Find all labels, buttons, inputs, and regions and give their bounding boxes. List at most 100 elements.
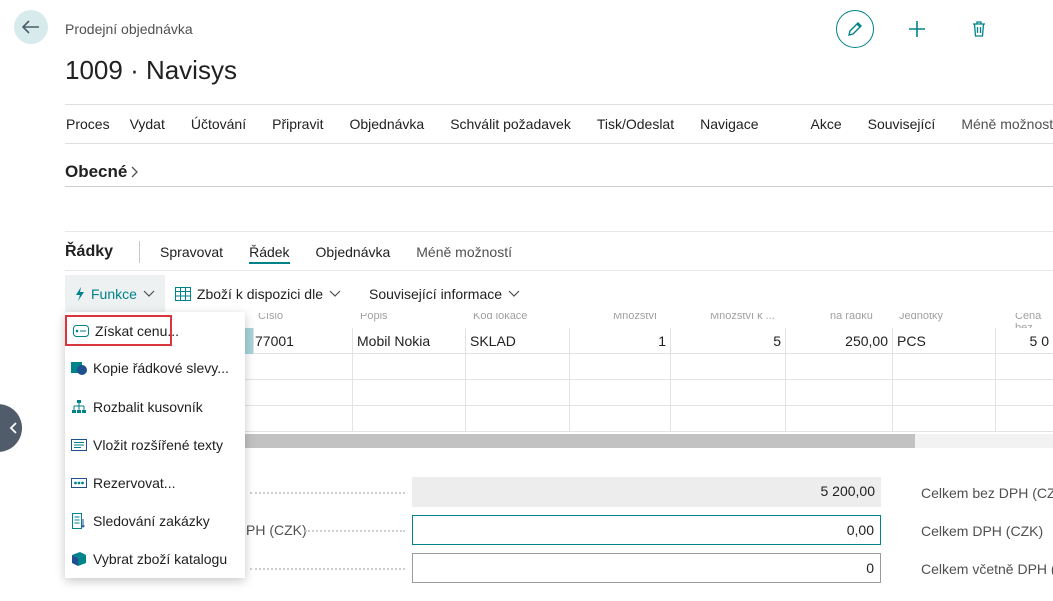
cell-qty[interactable]: 1 xyxy=(570,328,671,354)
menu-navigace[interactable]: Navigace xyxy=(700,116,758,132)
empty-cell[interactable] xyxy=(893,380,996,406)
total-input[interactable]: 0 xyxy=(412,553,881,583)
menu-item-reserve[interactable]: Rezervovat... xyxy=(65,464,245,502)
edit-button[interactable] xyxy=(836,10,874,48)
empty-cell[interactable] xyxy=(353,354,466,380)
lines-header: Řádky Spravovat Řádek Objednávka Méně mo… xyxy=(65,238,538,266)
empty-cell[interactable] xyxy=(466,354,570,380)
tab-objednavka[interactable]: Objednávka xyxy=(316,244,391,260)
lines-divider xyxy=(65,231,1053,232)
chevron-right-icon xyxy=(131,166,139,178)
plus-icon xyxy=(909,21,925,37)
menu-item-order-tracking[interactable]: Sledování zakázky xyxy=(65,502,245,540)
delete-button[interactable] xyxy=(964,14,994,44)
discount-icon xyxy=(71,360,87,376)
action-bar: Proces Vydat Účtování Připravit Objednáv… xyxy=(65,104,1053,144)
chevron-down-icon xyxy=(329,290,341,297)
page-title: 1009 · Navisys xyxy=(65,55,237,85)
empty-cell[interactable] xyxy=(786,406,893,432)
empty-cell[interactable] xyxy=(786,354,893,380)
trash-icon xyxy=(973,21,985,37)
availability-menu-button[interactable]: Zboží k dispozici dle xyxy=(165,275,351,313)
cell-unit[interactable]: PCS xyxy=(893,328,996,354)
empty-cell[interactable] xyxy=(671,406,786,432)
new-button[interactable] xyxy=(902,14,932,44)
empty-cell[interactable] xyxy=(893,354,996,380)
back-button[interactable] xyxy=(14,10,48,44)
vat-input[interactable]: 0,00 xyxy=(412,515,881,545)
empty-cell[interactable] xyxy=(466,406,570,432)
menu-item-insert-ext-texts[interactable]: Vložit rozšířené texty xyxy=(65,426,245,464)
menu-item-label: Získat cenu... xyxy=(95,322,180,339)
empty-cell[interactable] xyxy=(466,380,570,406)
functions-dropdown: Získat cenu... Kopie řádkové slevy... Ro… xyxy=(65,312,245,578)
functions-label: Funkce xyxy=(91,286,137,302)
leader-dots xyxy=(305,530,405,532)
menu-item-get-price[interactable]: Získat cenu... xyxy=(65,315,179,346)
empty-cell[interactable] xyxy=(353,406,466,432)
arrow-left-icon xyxy=(22,20,39,34)
menu-souvisejici[interactable]: Související xyxy=(868,116,936,132)
menu-item-label: Vybrat zboží katalogu xyxy=(93,551,228,567)
column-header: Množství k ... xyxy=(710,313,775,322)
column-header: Cena bez xyxy=(1015,313,1042,328)
cell-no[interactable]: 77001 xyxy=(251,328,353,354)
empty-cell[interactable] xyxy=(251,380,353,406)
tab-radek[interactable]: Řádek xyxy=(249,240,290,264)
lines-title: Řádky xyxy=(65,243,114,260)
related-info-label: Související informace xyxy=(368,286,503,302)
total-vat-label: Celkem DPH (CZK) xyxy=(921,523,1044,539)
menu-uctovani[interactable]: Účtování xyxy=(191,116,246,132)
empty-cell[interactable] xyxy=(251,354,353,380)
empty-cell[interactable] xyxy=(786,380,893,406)
reserve-icon xyxy=(71,475,87,491)
empty-cell[interactable] xyxy=(251,406,353,432)
chevron-down-icon xyxy=(143,290,155,297)
lines-sub-divider xyxy=(65,270,1053,271)
tracking-icon xyxy=(71,513,87,529)
empty-cell[interactable] xyxy=(671,354,786,380)
menu-vydat[interactable]: Vydat xyxy=(130,116,165,132)
empty-cell[interactable] xyxy=(353,380,466,406)
functions-menu-button[interactable]: Funkce xyxy=(65,275,165,313)
side-panel-handle[interactable] xyxy=(0,404,22,452)
catalog-icon xyxy=(71,551,87,567)
menu-item-explode-bom[interactable]: Rozbalit kusovník xyxy=(65,388,245,426)
empty-cell[interactable] xyxy=(893,406,996,432)
cell-qty-to[interactable]: 5 xyxy=(671,328,786,354)
empty-cell[interactable] xyxy=(570,380,671,406)
lines-action-bar: Funkce Zboží k dispozici dle Související… xyxy=(65,275,530,313)
total-excl-vat-label: Celkem bez DPH (CZK xyxy=(921,485,1053,501)
empty-cell[interactable] xyxy=(570,354,671,380)
cell-location[interactable]: SKLAD xyxy=(466,328,570,354)
cell-price[interactable]: 5 0 xyxy=(996,328,1053,354)
menu-item-copy-line-discount[interactable]: Kopie řádkové slevy... xyxy=(65,349,245,387)
empty-cell[interactable] xyxy=(671,380,786,406)
general-title: Obecné xyxy=(65,162,128,181)
menu-item-label: Rezervovat... xyxy=(93,475,176,491)
lightning-icon xyxy=(76,287,84,301)
column-header: Číslo xyxy=(258,313,284,322)
menu-tisk[interactable]: Tisk/Odeslat xyxy=(597,116,674,132)
menu-item-select-catalog[interactable]: Vybrat zboží katalogu xyxy=(65,540,245,578)
related-info-menu-button[interactable]: Související informace xyxy=(351,275,530,313)
menu-proces[interactable]: Proces xyxy=(66,116,110,132)
menu-objednavka[interactable]: Objednávka xyxy=(349,116,424,132)
cell-amount[interactable]: 250,00 xyxy=(786,328,893,354)
tab-mene-moznosti[interactable]: Méně možností xyxy=(416,244,512,260)
chevron-left-icon xyxy=(9,422,17,434)
text-list-icon xyxy=(71,437,87,453)
total-incl-vat-label: Celkem včetně DPH (C xyxy=(921,561,1053,577)
vat-label: PH (CZK) xyxy=(246,522,307,538)
menu-schvalit[interactable]: Schválit požadavek xyxy=(450,116,571,132)
menu-mene-moznosti[interactable]: Méně možností xyxy=(961,116,1053,132)
general-section-header[interactable]: Obecné xyxy=(65,162,139,182)
availability-label: Zboží k dispozici dle xyxy=(196,286,323,302)
cell-description[interactable]: Mobil Nokia xyxy=(353,328,466,354)
menu-akce[interactable]: Akce xyxy=(810,116,841,132)
menu-pripravit[interactable]: Připravit xyxy=(272,116,323,132)
chevron-down-icon xyxy=(508,290,520,297)
column-header: Množství xyxy=(613,313,658,322)
tab-spravovat[interactable]: Spravovat xyxy=(160,244,223,260)
empty-cell[interactable] xyxy=(570,406,671,432)
